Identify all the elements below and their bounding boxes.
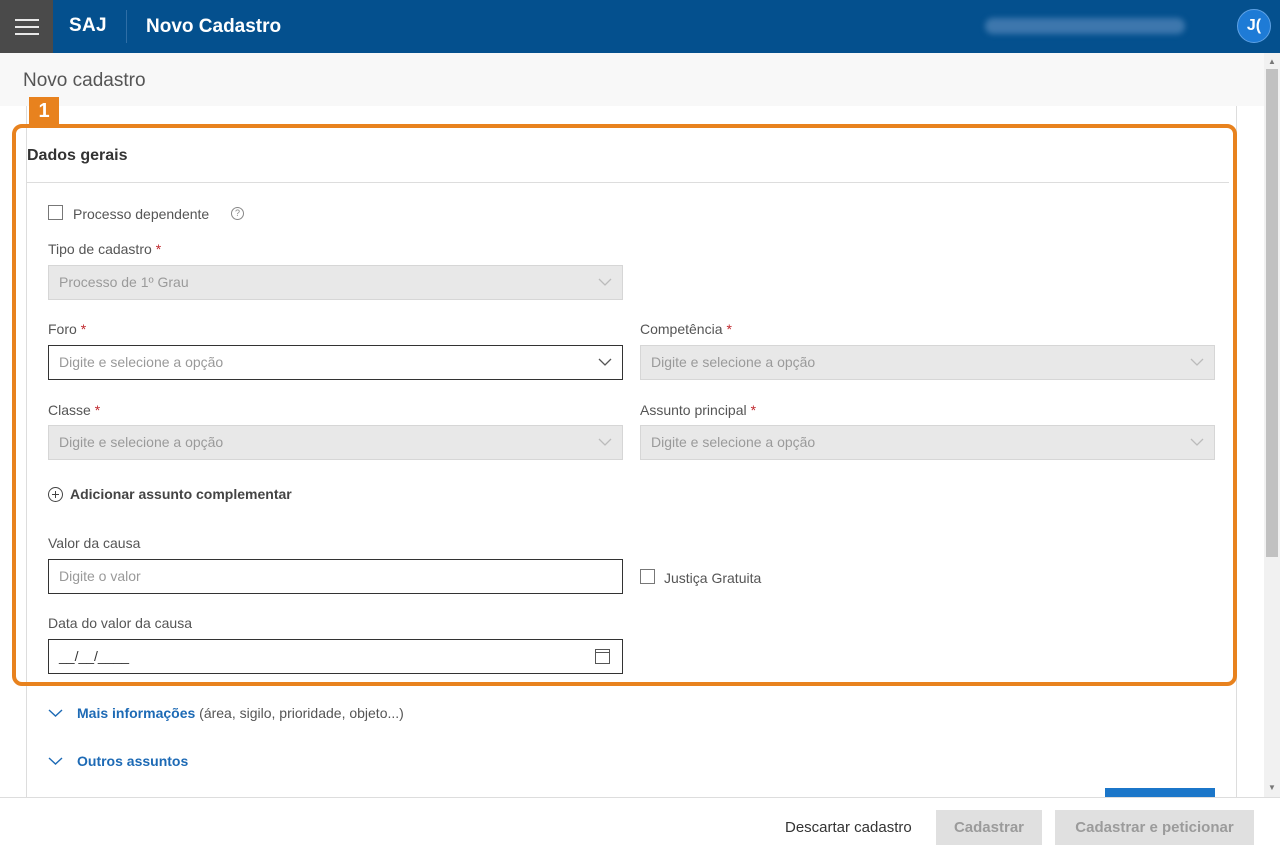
- assunto-principal-label: Assunto principal *: [640, 402, 757, 418]
- add-circle-icon: [48, 486, 63, 502]
- assunto-principal-placeholder: Digite e selecione a opção: [651, 434, 816, 450]
- chevron-down-icon: [48, 709, 63, 717]
- scroll-thumb[interactable]: [1266, 69, 1278, 557]
- processo-dependente-checkbox[interactable]: [48, 205, 63, 220]
- add-assunto-label: Adicionar assunto complementar: [70, 486, 292, 502]
- classe-label: Classe *: [48, 402, 101, 418]
- chevron-down-icon: [1190, 438, 1204, 446]
- justica-gratuita-checkbox[interactable]: [640, 569, 655, 584]
- valor-causa-field[interactable]: [48, 559, 623, 594]
- chevron-down-icon: [1190, 358, 1204, 366]
- annotation-badge: 1: [29, 97, 59, 125]
- chevron-down-icon: [598, 438, 612, 446]
- brand-logo[interactable]: SAJ: [69, 15, 107, 37]
- assunto-principal-select: Digite e selecione a opção: [640, 425, 1215, 460]
- classe-select: Digite e selecione a opção: [48, 425, 623, 460]
- outros-assuntos-link[interactable]: Outros assuntos: [77, 753, 188, 769]
- section-title: Dados gerais: [27, 147, 128, 164]
- outros-assuntos-toggle[interactable]: Outros assuntos: [48, 753, 188, 769]
- user-name-blurred: [985, 18, 1185, 34]
- foro-select[interactable]: Digite e selecione a opção: [48, 345, 623, 380]
- top-bar: SAJ Novo Cadastro J(: [0, 0, 1280, 53]
- mais-informacoes-link[interactable]: Mais informações: [77, 705, 195, 721]
- competencia-placeholder: Digite e selecione a opção: [651, 354, 816, 370]
- avatar[interactable]: J(: [1237, 9, 1271, 43]
- mais-informacoes-toggle[interactable]: Mais informações (área, sigilo, priorida…: [48, 705, 404, 721]
- data-valor-causa-value: __/__/____: [59, 648, 130, 664]
- chevron-down-icon: [48, 757, 63, 765]
- footer-bar: Descartar cadastro Cadastrar Cadastrar e…: [0, 797, 1280, 855]
- data-valor-causa-label: Data do valor da causa: [48, 615, 192, 631]
- tipo-cadastro-value: Processo de 1º Grau: [59, 274, 189, 290]
- register-and-petition-button[interactable]: Cadastrar e peticionar: [1055, 810, 1254, 845]
- foro-placeholder: Digite e selecione a opção: [59, 354, 224, 370]
- register-button[interactable]: Cadastrar: [936, 810, 1042, 845]
- page-title: Novo cadastro: [23, 70, 146, 91]
- valor-causa-label: Valor da causa: [48, 535, 141, 551]
- competencia-label: Competência *: [640, 321, 732, 337]
- brand-divider: [126, 10, 127, 43]
- scrollbar[interactable]: ▲ ▼: [1264, 53, 1280, 798]
- justica-gratuita-label: Justiça Gratuita: [664, 570, 762, 586]
- calendar-icon[interactable]: [595, 649, 610, 664]
- tipo-cadastro-select: Processo de 1º Grau: [48, 265, 623, 300]
- section-divider: [27, 182, 1229, 183]
- foro-label: Foro *: [48, 321, 87, 337]
- scroll-down-icon[interactable]: ▼: [1264, 782, 1280, 794]
- classe-placeholder: Digite e selecione a opção: [59, 434, 224, 450]
- hamburger-menu-icon[interactable]: [0, 0, 53, 53]
- add-assunto-complementar-button[interactable]: Adicionar assunto complementar: [48, 486, 292, 502]
- discard-button[interactable]: Descartar cadastro: [785, 819, 912, 836]
- chevron-down-icon[interactable]: [598, 355, 612, 369]
- competencia-select: Digite e selecione a opção: [640, 345, 1215, 380]
- help-icon[interactable]: ?: [231, 207, 244, 220]
- valor-causa-input[interactable]: [59, 568, 566, 584]
- tipo-cadastro-label: Tipo de cadastro *: [48, 241, 162, 257]
- scroll-up-icon[interactable]: ▲: [1264, 57, 1280, 67]
- data-valor-causa-field[interactable]: __/__/____: [48, 639, 623, 674]
- processo-dependente-label: Processo dependente: [73, 206, 210, 222]
- mais-informacoes-extra: (área, sigilo, prioridade, objeto...): [199, 705, 404, 721]
- chevron-down-icon: [598, 278, 612, 286]
- page-header: Novo cadastro: [0, 53, 1264, 106]
- app-title: Novo Cadastro: [146, 16, 282, 37]
